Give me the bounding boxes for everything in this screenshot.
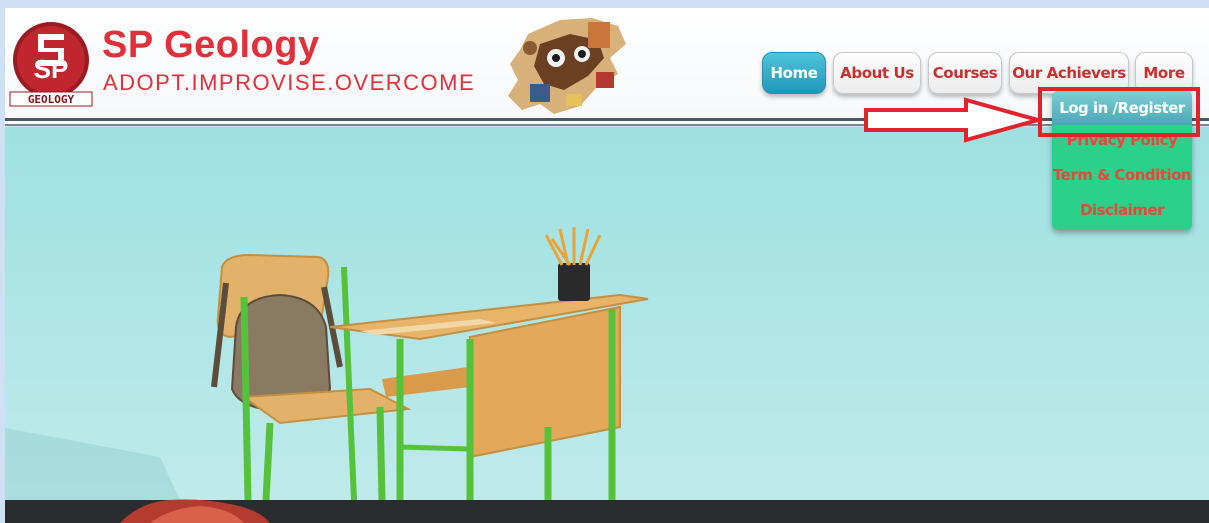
brand-name[interactable]: SP Geology [102, 24, 320, 67]
logo-badge-letters: SP [34, 54, 69, 84]
window-frame-top [0, 0, 1209, 8]
dropdown-disclaimer[interactable]: Disclaimer [1052, 201, 1192, 219]
logo-badge[interactable]: SP GEOLOGY [8, 20, 94, 108]
brand-tagline: ADOPT.IMPROVISE.OVERCOME [103, 70, 476, 95]
logo-badge-word: GEOLOGY [28, 93, 75, 106]
band-decoration [120, 499, 270, 523]
window-frame-left [0, 8, 5, 523]
state-map-illustration [508, 18, 626, 114]
highlight-box [1038, 87, 1200, 137]
hero-banner [0, 127, 1209, 500]
nav-about-us-button[interactable]: About Us [833, 52, 921, 94]
nav-courses-button[interactable]: Courses [928, 52, 1002, 94]
hero-desk-illustration [0, 227, 649, 500]
dropdown-term-condition[interactable]: Term & Condition [1052, 166, 1192, 184]
nav-home-button[interactable]: Home [762, 52, 826, 94]
pointer-arrow-icon [864, 97, 1044, 143]
